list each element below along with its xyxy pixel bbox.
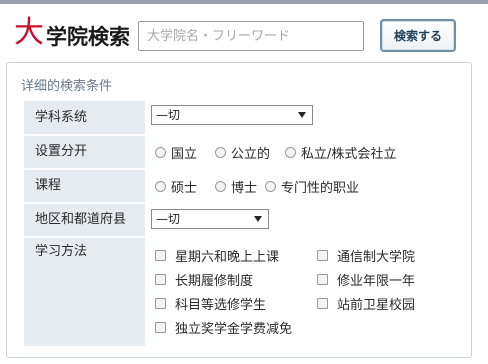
- chevron-down-icon: [254, 216, 262, 222]
- region-select-value: —切: [156, 212, 181, 226]
- checkbox-icon[interactable]: [155, 274, 166, 285]
- checkbox-icon[interactable]: [155, 322, 166, 333]
- panel-title: 详细的検索条件: [21, 79, 113, 94]
- course-label: 课程: [24, 170, 145, 202]
- option-label: 修业年限一年: [337, 274, 416, 289]
- radio-circle-icon[interactable]: [155, 181, 166, 192]
- field-select-value: —切: [156, 108, 181, 122]
- checkbox-icon[interactable]: [155, 298, 166, 309]
- radio-circle-icon[interactable]: [215, 181, 226, 192]
- field-label: 学科系统: [24, 101, 145, 134]
- detailed-search-panel: 详细的検索条件 学科系统 —切 设置分开 国立 公立的 私立/株式会社立 课程 …: [6, 62, 472, 358]
- radio-private[interactable]: 私立/株式会社立: [285, 143, 396, 162]
- radio-circle-icon[interactable]: [285, 147, 296, 158]
- page-title: 学院検索: [46, 24, 130, 49]
- region-label: 地区和都道府县: [24, 204, 145, 236]
- option-label: 硕士: [171, 181, 198, 196]
- checkbox-satellite-campus[interactable]: 站前卫星校园: [317, 294, 415, 313]
- radio-public[interactable]: 公立的: [215, 143, 270, 162]
- option-label: 长期履修制度: [175, 274, 254, 289]
- search-button[interactable]: 検索する: [380, 19, 456, 52]
- checkbox-weekend-evening[interactable]: 星期六和晚上上课: [155, 246, 279, 265]
- checkbox-long-term[interactable]: 长期履修制度: [155, 270, 253, 289]
- study-method-label: 学习方法: [24, 238, 145, 346]
- radio-circle-icon[interactable]: [215, 147, 226, 158]
- option-label: 通信制大学院: [337, 250, 416, 265]
- checkbox-scholarship[interactable]: 独立奖学金学费减免: [155, 318, 292, 337]
- field-select[interactable]: —切: [151, 105, 313, 125]
- chevron-down-icon: [298, 112, 306, 118]
- option-label: 科目等选修学生: [175, 298, 267, 313]
- radio-national[interactable]: 国立: [155, 143, 197, 162]
- option-label: 博士: [231, 181, 258, 196]
- radio-masters[interactable]: 硕士: [155, 177, 197, 196]
- checkbox-icon[interactable]: [317, 298, 328, 309]
- search-header: 大 学院検索 検索する: [0, 4, 488, 60]
- page-title-accent: 大: [14, 15, 44, 50]
- checkbox-icon[interactable]: [155, 250, 166, 261]
- option-label: 站前卫星校园: [337, 298, 416, 313]
- radio-professional[interactable]: 专门性的职业: [265, 177, 359, 196]
- radio-doctorate[interactable]: 博士: [215, 177, 257, 196]
- establishment-label: 设置分开: [24, 136, 145, 168]
- radio-circle-icon[interactable]: [265, 181, 276, 192]
- option-label: 独立奖学金学费减免: [175, 322, 293, 337]
- checkbox-icon[interactable]: [317, 250, 328, 261]
- checkbox-non-degree[interactable]: 科目等选修学生: [155, 294, 266, 313]
- option-label: 私立/株式会社立: [301, 147, 397, 162]
- checkbox-icon[interactable]: [317, 274, 328, 285]
- option-label: 星期六和晚上上课: [175, 250, 280, 265]
- checkbox-correspondence[interactable]: 通信制大学院: [317, 246, 415, 265]
- option-label: 专门性的职业: [281, 181, 360, 196]
- option-label: 公立的: [231, 147, 271, 162]
- radio-circle-icon[interactable]: [155, 147, 166, 158]
- region-select[interactable]: —切: [151, 209, 269, 229]
- checkbox-one-year[interactable]: 修业年限一年: [317, 270, 415, 289]
- search-input[interactable]: [138, 21, 364, 51]
- option-label: 国立: [171, 147, 198, 162]
